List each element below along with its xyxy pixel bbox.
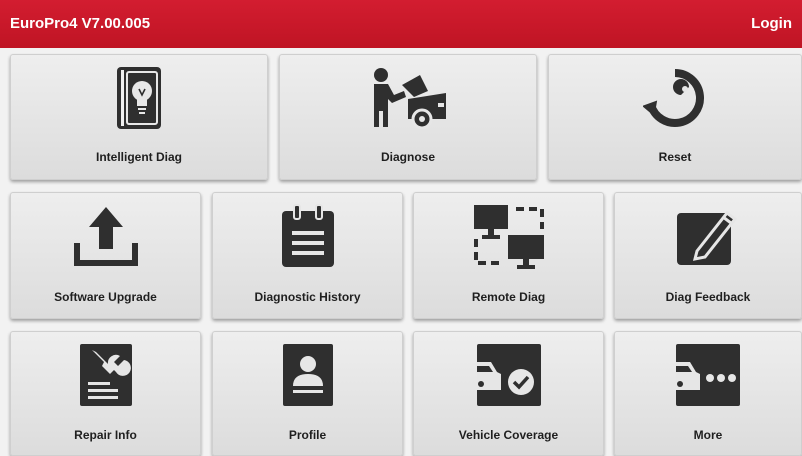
profile-button[interactable]: Profile (212, 331, 403, 456)
diagnostic-history-button[interactable]: Diagnostic History (212, 192, 403, 319)
remote-monitors-icon (472, 203, 546, 269)
header-bar: EuroPro4 V7.00.005 Login (0, 0, 802, 48)
vehicle-more-icon (676, 344, 740, 406)
reset-button[interactable]: Reset (548, 54, 802, 180)
diag-feedback-label: Diag Feedback (665, 290, 751, 304)
upload-icon (73, 203, 139, 267)
remote-diag-label: Remote Diag (471, 290, 546, 304)
remote-diag-button[interactable]: Remote Diag (413, 192, 604, 319)
intelligent-diag-button[interactable]: Intelligent Diag (10, 54, 268, 180)
repair-document-icon (79, 344, 132, 406)
diagnostic-history-label: Diagnostic History (254, 290, 361, 304)
profile-card-icon (282, 344, 333, 406)
repair-info-button[interactable]: Repair Info (10, 331, 201, 456)
vehicle-coverage-button[interactable]: Vehicle Coverage (413, 331, 604, 456)
diagnose-button[interactable]: Diagnose (279, 54, 537, 180)
lightbulb-book-icon (117, 67, 161, 129)
login-button[interactable]: Login (751, 0, 792, 48)
diag-feedback-button[interactable]: Diag Feedback (614, 192, 802, 319)
profile-label: Profile (288, 428, 327, 442)
vehicle-check-icon (476, 344, 541, 406)
more-label: More (693, 428, 723, 442)
pencil-edit-icon (675, 203, 741, 267)
repair-info-label: Repair Info (74, 428, 137, 442)
app-title: EuroPro4 V7.00.005 (10, 15, 151, 32)
clipboard-icon (280, 203, 336, 267)
intelligent-diag-label: Intelligent Diag (95, 150, 182, 164)
software-upgrade-button[interactable]: Software Upgrade (10, 192, 201, 319)
diagnose-label: Diagnose (380, 150, 435, 164)
software-upgrade-label: Software Upgrade (54, 290, 157, 304)
vehicle-coverage-label: Vehicle Coverage (458, 428, 559, 442)
more-button[interactable]: More (614, 331, 802, 456)
wrench-reset-icon (643, 67, 707, 129)
mechanic-car-icon (368, 67, 448, 129)
reset-label: Reset (658, 150, 692, 164)
